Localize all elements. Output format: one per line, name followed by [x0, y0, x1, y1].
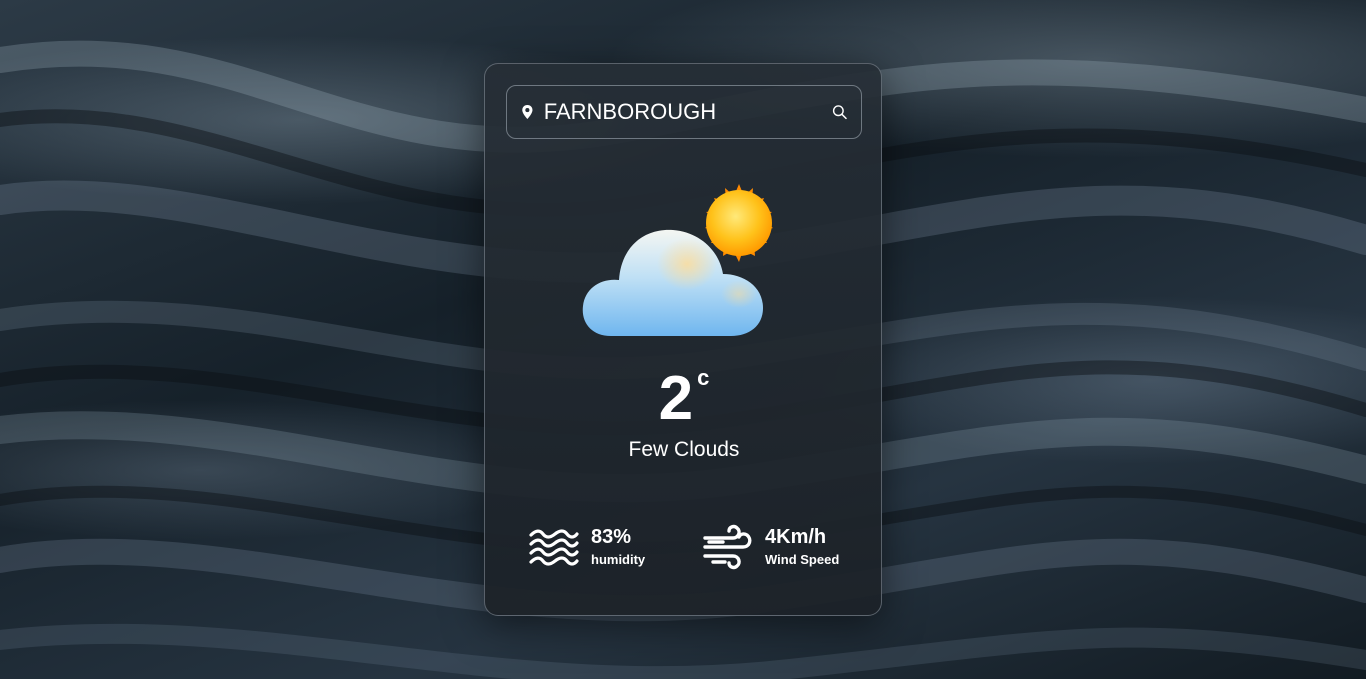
temperature-value: 2	[658, 364, 694, 433]
map-pin-icon	[522, 104, 533, 120]
wind-icon	[703, 524, 752, 570]
wind-label: Wind Speed	[765, 552, 840, 567]
city-search-input[interactable]	[543, 99, 832, 125]
weather-card: 2c Few Clouds 83% humidity	[484, 63, 882, 616]
wind-stat: 4Km/h Wind Speed	[703, 522, 839, 572]
partly-cloudy-icon	[582, 184, 773, 336]
weather-description: Few Clouds	[628, 438, 740, 461]
humidity-label: humidity	[591, 552, 646, 567]
waves-icon	[529, 529, 579, 566]
wind-value: 4Km/h	[765, 526, 827, 548]
search-icon[interactable]	[832, 100, 847, 124]
humidity-value: 83%	[591, 526, 632, 548]
temperature-unit: c	[697, 365, 710, 390]
humidity-stat: 83% humidity	[529, 522, 645, 572]
temperature: 2c	[485, 364, 881, 434]
search-box[interactable]	[506, 85, 862, 139]
